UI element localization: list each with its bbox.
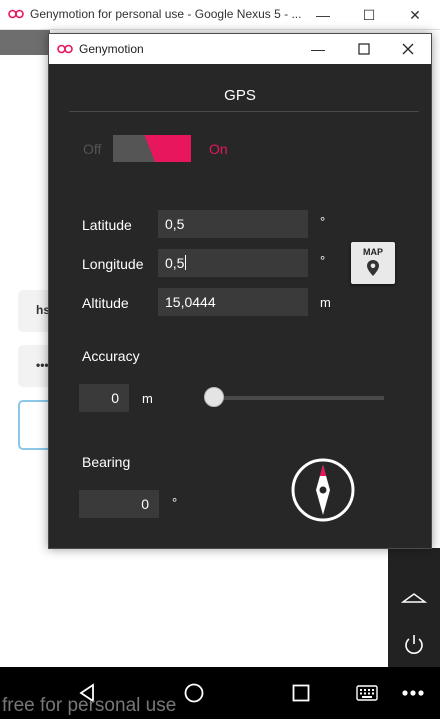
recents-icon (292, 684, 310, 702)
maximize-icon: ☐ (362, 6, 376, 23)
genymotion-logo-icon (57, 44, 73, 54)
longitude-input[interactable]: 0,5 (158, 249, 308, 277)
dialog-titlebar: Genymotion — (49, 34, 431, 64)
keyboard-icon (356, 685, 378, 701)
gps-dialog: Genymotion — GPS Off On Latitude 0,5 ° L… (48, 33, 432, 549)
accuracy-slider-track[interactable] (214, 396, 384, 400)
toggle-on-label: On (209, 141, 228, 157)
emulator-window-title: Genymotion for personal use - Google Nex… (30, 7, 302, 21)
minimize-icon: — (316, 7, 330, 23)
dialog-close-button[interactable] (385, 34, 431, 64)
toggle-off-label: Off (83, 141, 102, 157)
altitude-label: Altitude (82, 295, 129, 311)
gps-section-title: GPS (224, 87, 256, 104)
home-side-button[interactable] (388, 578, 440, 618)
gps-toggle-knob (113, 135, 155, 162)
latitude-value: 0,5 (165, 216, 185, 232)
emulator-status-bar (0, 30, 50, 55)
bearing-input[interactable]: 0 (79, 490, 159, 518)
longitude-label: Longitude (82, 256, 144, 272)
watermark-text: free for personal use (2, 695, 177, 716)
keyboard-button[interactable] (342, 667, 392, 719)
recents-button[interactable] (276, 667, 326, 719)
bearing-label: Bearing (82, 454, 131, 470)
altitude-unit: m (320, 295, 331, 310)
map-button-label: MAP (363, 247, 383, 257)
power-icon (405, 635, 423, 654)
dialog-minimize-button[interactable]: — (295, 34, 341, 64)
accuracy-value: 0 (111, 390, 119, 406)
accuracy-unit: m (142, 391, 153, 406)
emulator-side-panel (388, 548, 440, 667)
latitude-unit: ° (320, 214, 326, 229)
maximize-icon (358, 43, 370, 55)
minimize-button[interactable]: — (300, 0, 346, 30)
longitude-unit: ° (320, 253, 326, 268)
altitude-value: 15,0444 (165, 294, 216, 310)
minimize-icon: — (311, 41, 325, 57)
maximize-button[interactable]: ☐ (346, 0, 392, 30)
more-button[interactable] (388, 667, 438, 719)
title-divider (69, 111, 419, 112)
home-outline-icon (401, 593, 427, 603)
text-cursor (185, 255, 187, 270)
latitude-label: Latitude (82, 217, 132, 233)
bearing-unit: ° (172, 495, 178, 510)
map-pin-icon (367, 260, 379, 276)
genymotion-logo-icon (8, 9, 24, 19)
altitude-input[interactable]: 15,0444 (158, 288, 308, 316)
close-icon: ✕ (409, 6, 421, 23)
close-button[interactable]: ✕ (392, 0, 438, 30)
longitude-value: 0,5 (165, 255, 185, 271)
accuracy-input[interactable]: 0 (79, 384, 129, 412)
dialog-window-title: Genymotion (79, 42, 144, 56)
bearing-value: 0 (141, 496, 149, 512)
gps-toggle[interactable] (113, 135, 191, 162)
more-icon (402, 690, 424, 696)
dialog-maximize-button[interactable] (341, 34, 387, 64)
password-value: ••• (36, 358, 49, 372)
home-button[interactable] (169, 667, 219, 719)
accuracy-label: Accuracy (82, 348, 140, 364)
close-icon (402, 43, 414, 55)
power-button[interactable] (388, 625, 440, 665)
compass-icon[interactable] (291, 458, 355, 522)
latitude-input[interactable]: 0,5 (158, 210, 308, 238)
home-icon (184, 683, 204, 703)
emulator-titlebar: Genymotion for personal use - Google Nex… (0, 0, 440, 30)
accuracy-slider-handle[interactable] (204, 387, 224, 407)
map-button[interactable]: MAP (351, 242, 395, 284)
